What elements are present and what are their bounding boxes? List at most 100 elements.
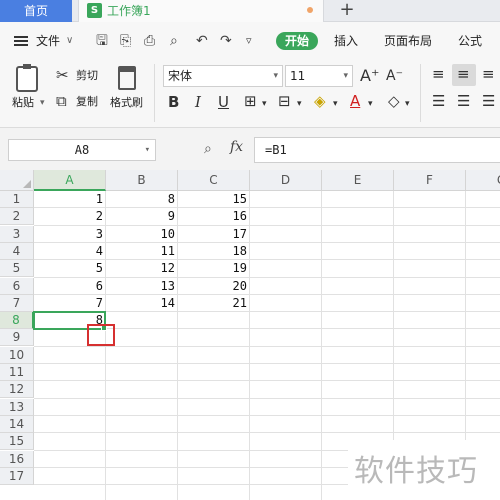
italic-button[interactable]: I xyxy=(195,94,201,110)
chevron-down-icon[interactable]: ∨ xyxy=(66,32,73,50)
chevron-down-icon[interactable]: ▾ xyxy=(368,96,373,112)
underline-button[interactable]: U xyxy=(218,94,229,110)
cell-c5[interactable]: 19 xyxy=(178,260,250,277)
select-all-corner[interactable] xyxy=(0,170,34,191)
cell-b6[interactable]: 13 xyxy=(106,278,178,295)
cell-a2[interactable]: 2 xyxy=(34,208,106,225)
cell-b5[interactable]: 12 xyxy=(106,260,178,277)
row-header-3[interactable]: 3 xyxy=(0,226,34,243)
row-header-4[interactable]: 4 xyxy=(0,243,34,260)
font-name-select[interactable]: 宋体 ▾ xyxy=(163,65,283,87)
row-header-7[interactable]: 7 xyxy=(0,295,34,312)
row-header-12[interactable]: 12 xyxy=(0,381,34,398)
undo-icon[interactable]: ↶ xyxy=(196,33,208,49)
column-header-f[interactable]: F xyxy=(394,170,466,191)
cell-a3[interactable]: 3 xyxy=(34,226,106,243)
redo-icon[interactable]: ↷ xyxy=(220,33,232,49)
align-top-icon[interactable]: ≡ xyxy=(432,66,445,82)
cell-a5[interactable]: 5 xyxy=(34,260,106,277)
hamburger-menu-icon[interactable] xyxy=(14,36,28,46)
cell-b1[interactable]: 8 xyxy=(106,191,178,208)
column-header-c[interactable]: C xyxy=(178,170,250,191)
tab-page-layout[interactable]: 页面布局 xyxy=(384,32,432,50)
chevron-down-icon[interactable]: ▾ xyxy=(297,96,302,112)
formula-input[interactable]: =B1 xyxy=(254,137,500,163)
borders-icon[interactable]: ⊞ xyxy=(244,93,257,109)
export-icon[interactable]: ⎘ xyxy=(120,33,131,49)
align-left-icon[interactable]: ☰ xyxy=(432,93,445,109)
formula-bar: A8 ▾ ⌕ fx =B1 xyxy=(0,128,500,170)
cell-a6[interactable]: 6 xyxy=(34,278,106,295)
row-header-14[interactable]: 14 xyxy=(0,416,34,433)
print-preview-icon[interactable]: ⌕ xyxy=(170,33,178,49)
cell-c7[interactable]: 21 xyxy=(178,295,250,312)
align-right-icon[interactable]: ☰ xyxy=(482,93,495,109)
copy-button[interactable]: 复制 xyxy=(76,95,98,109)
eraser-icon[interactable]: ◇ xyxy=(388,93,400,109)
print-icon[interactable]: ⎙ xyxy=(144,33,155,49)
row-header-9[interactable]: 9 xyxy=(0,329,34,346)
cell-a4[interactable]: 4 xyxy=(34,243,106,260)
paste-icon[interactable] xyxy=(16,64,38,92)
cell-b2[interactable]: 9 xyxy=(106,208,178,225)
fx-icon[interactable]: fx xyxy=(230,139,243,155)
cell-b3[interactable]: 10 xyxy=(106,226,178,243)
cell-b4[interactable]: 11 xyxy=(106,243,178,260)
align-bottom-icon[interactable]: ≡ xyxy=(482,66,495,82)
name-box[interactable]: A8 ▾ xyxy=(8,139,156,161)
paste-button[interactable]: 粘贴 xyxy=(12,96,34,110)
cell-c4[interactable]: 18 xyxy=(178,243,250,260)
row-header-8[interactable]: 8 xyxy=(0,312,34,329)
tab-formula[interactable]: 公式 xyxy=(458,32,482,50)
tab-home[interactable]: 首页 xyxy=(0,0,72,22)
zoom-icon[interactable]: ⌕ xyxy=(204,141,212,157)
cell-c1[interactable]: 15 xyxy=(178,191,250,208)
paste-dropdown-icon[interactable]: ▾ xyxy=(40,96,45,110)
cell-b7[interactable]: 14 xyxy=(106,295,178,312)
row-header-11[interactable]: 11 xyxy=(0,364,34,381)
scissors-icon[interactable]: ✂ xyxy=(56,67,69,83)
font-color-icon[interactable]: A xyxy=(350,93,360,109)
save-icon[interactable]: 🖫 xyxy=(96,33,108,49)
menu-file[interactable]: 文件 xyxy=(36,32,60,50)
row-header-15[interactable]: 15 xyxy=(0,433,34,450)
column-header-g[interactable]: G xyxy=(466,170,500,191)
chevron-down-icon[interactable]: ▾ xyxy=(262,96,267,112)
tab-start[interactable]: 开始 xyxy=(276,32,318,50)
row-header-13[interactable]: 13 xyxy=(0,399,34,416)
font-size-select[interactable]: 11 ▾ xyxy=(285,65,353,87)
cut-button[interactable]: 剪切 xyxy=(76,69,98,83)
column-header-d[interactable]: D xyxy=(250,170,322,191)
bold-button[interactable]: B xyxy=(168,94,179,110)
watermark: 软件技巧 xyxy=(348,440,500,500)
format-painter-icon[interactable] xyxy=(118,66,136,90)
cell-c2[interactable]: 16 xyxy=(178,208,250,225)
column-header-a[interactable]: A xyxy=(34,170,106,191)
row-header-10[interactable]: 10 xyxy=(0,347,34,364)
cell-c3[interactable]: 17 xyxy=(178,226,250,243)
shrink-font-button[interactable]: A⁻ xyxy=(386,68,403,84)
row-header-6[interactable]: 6 xyxy=(0,278,34,295)
grow-font-button[interactable]: A⁺ xyxy=(360,68,379,84)
column-header-e[interactable]: E xyxy=(322,170,394,191)
chevron-down-icon[interactable]: ▾ xyxy=(333,96,338,112)
cell-style-icon[interactable]: ⊟ xyxy=(278,93,291,109)
row-header-1[interactable]: 1 xyxy=(0,191,34,208)
copy-icon[interactable]: ⧉ xyxy=(56,93,67,109)
column-header-b[interactable]: B xyxy=(106,170,178,191)
format-painter-button[interactable]: 格式刷 xyxy=(110,96,143,110)
row-header-2[interactable]: 2 xyxy=(0,208,34,225)
align-center-icon[interactable]: ☰ xyxy=(457,93,470,109)
fill-color-icon[interactable]: ◈ xyxy=(314,93,326,109)
row-header-16[interactable]: 16 xyxy=(0,451,34,468)
tab-insert[interactable]: 插入 xyxy=(334,32,358,50)
new-tab-button[interactable]: + xyxy=(335,0,359,22)
cell-a7[interactable]: 7 xyxy=(34,295,106,312)
cell-c6[interactable]: 20 xyxy=(178,278,250,295)
cell-a1[interactable]: 1 xyxy=(34,191,106,208)
tab-workbook[interactable]: S 工作簿1 xyxy=(78,0,324,22)
row-header-5[interactable]: 5 xyxy=(0,260,34,277)
more-dropdown-icon[interactable]: ▿ xyxy=(246,33,252,49)
chevron-down-icon[interactable]: ▾ xyxy=(405,96,410,112)
row-header-17[interactable]: 17 xyxy=(0,468,34,485)
